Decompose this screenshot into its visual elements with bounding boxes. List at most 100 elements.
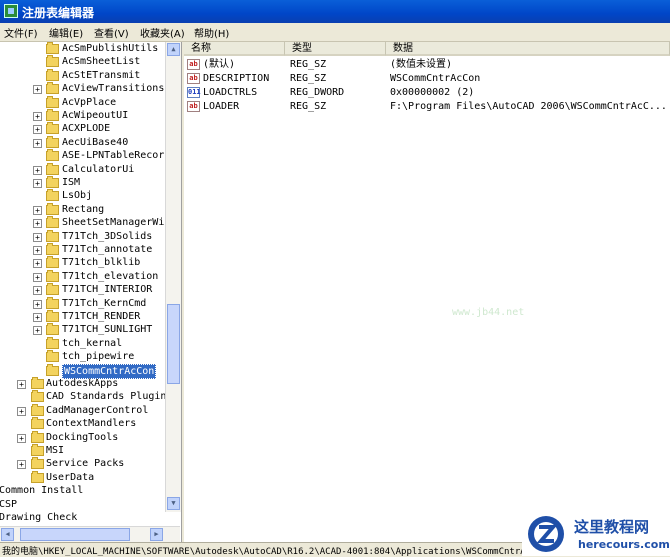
tree-item[interactable]: + T71TCH_INTERIOR: [0, 283, 165, 296]
tree-item[interactable]: + T71Tch_KernCmd: [0, 296, 165, 310]
expand-icon[interactable]: +: [17, 380, 26, 389]
tree-item[interactable]: LsObj: [0, 189, 165, 202]
tree-item-label: ISM: [62, 177, 81, 188]
tree-item[interactable]: MSI: [0, 444, 165, 457]
folder-icon: [46, 269, 59, 282]
scroll-right-icon[interactable]: ▶: [150, 528, 163, 541]
tree-item[interactable]: ASE-LPNTableRecord: [0, 149, 170, 162]
tree-item[interactable]: + DockingTools: [0, 430, 165, 444]
scroll-up-icon[interactable]: ▲: [167, 43, 180, 56]
value-data: 0x00000002 (2): [390, 87, 475, 98]
menu-edit[interactable]: 编辑(E): [49, 25, 83, 40]
tree-item[interactable]: + T71Tch_annotate: [0, 243, 165, 256]
folder-icon: [46, 55, 59, 68]
column-header-data[interactable]: 数据: [386, 42, 670, 56]
expand-icon[interactable]: +: [33, 219, 42, 229]
tree-item[interactable]: + T71tch_elevation: [0, 269, 165, 283]
value-name: LOADER: [203, 101, 240, 112]
tree-item[interactable]: + CalculatorUi: [0, 162, 165, 176]
tree-item-label: AcVpPlace: [62, 96, 117, 108]
folder-icon: [31, 390, 44, 403]
tree-item[interactable]: Drawing Check: [0, 511, 165, 524]
value-data: (数值未设置): [390, 59, 453, 70]
tree-item-label: T71Tch_KernCmd: [62, 297, 147, 309]
folder-icon: [46, 216, 59, 229]
expand-icon[interactable]: +: [17, 406, 26, 416]
expand-icon[interactable]: +: [33, 326, 42, 336]
tree-item[interactable]: tch_pipewire: [0, 350, 165, 363]
folder-icon: [31, 417, 44, 430]
scroll-left-icon[interactable]: ◀: [1, 528, 14, 541]
registry-editor-icon: [4, 4, 18, 18]
expand-icon[interactable]: +: [33, 286, 42, 296]
tree-item[interactable]: AcSmPublishUtils: [0, 42, 165, 55]
tree-item[interactable]: + AcViewTransitionsUi: [0, 82, 176, 95]
expand-icon[interactable]: +: [33, 232, 42, 242]
tree-item-label: T71Tch_annotate: [62, 244, 153, 255]
tree-item[interactable]: CSP: [0, 498, 165, 511]
tree-item-label: CSP: [0, 498, 18, 510]
tree-item[interactable]: + T71Tch_3DSolids: [0, 229, 165, 243]
folder-icon: [46, 323, 59, 336]
tree-item[interactable]: + ISM: [0, 176, 165, 189]
expand-icon[interactable]: +: [33, 259, 42, 269]
tree-item[interactable]: AcVpPlace: [0, 95, 165, 109]
tree-item[interactable]: ContextMandlers: [0, 417, 165, 430]
expand-icon[interactable]: +: [33, 205, 42, 215]
folder-icon: [46, 162, 59, 175]
menu-help[interactable]: 帮助(H): [194, 25, 229, 40]
tree-item[interactable]: + AcWipeoutUI: [0, 109, 165, 122]
expand-icon[interactable]: +: [33, 125, 42, 135]
tree-item[interactable]: + Rectang: [0, 202, 165, 216]
expand-icon[interactable]: +: [33, 272, 42, 282]
tree-item[interactable]: + Service Packs: [0, 457, 165, 470]
scroll-down-icon[interactable]: ▼: [167, 497, 180, 510]
tree-item[interactable]: + CadManagerControl: [0, 403, 165, 417]
tree-item[interactable]: + ACXPLODE: [0, 122, 165, 135]
expand-icon[interactable]: +: [17, 433, 26, 443]
expand-icon[interactable]: +: [33, 112, 42, 121]
value-row[interactable]: ab DESCRIPTION REG_SZ WSCommCntrAcCon: [184, 72, 670, 86]
value-name: DESCRIPTION: [203, 73, 270, 84]
expand-icon[interactable]: +: [33, 246, 42, 255]
tree-item[interactable]: Common Install: [0, 484, 165, 497]
column-header-name[interactable]: 名称: [184, 42, 285, 56]
tree-item-label: ACXPLODE: [62, 123, 111, 135]
folder-icon: [46, 350, 59, 363]
folder-icon: [46, 256, 59, 269]
expand-icon[interactable]: +: [33, 138, 42, 148]
value-row[interactable]: 011 LOADCTRLS REG_DWORD 0x00000002 (2): [184, 86, 670, 100]
tree-item[interactable]: tch_kernal: [0, 336, 165, 350]
tree-item[interactable]: AcSmSheetList: [0, 55, 165, 68]
tree-item[interactable]: + T71TCH_RENDER: [0, 310, 165, 323]
tree-horizontal-scrollbar[interactable]: ◀ ▶: [0, 526, 180, 542]
column-header-type[interactable]: 类型: [285, 42, 386, 56]
expand-icon[interactable]: +: [17, 460, 26, 470]
menu-favorites[interactable]: 收藏夹(A): [140, 25, 185, 40]
tree-item[interactable]: + T71TCH_SUNLIGHT: [0, 323, 165, 336]
tree-item[interactable]: UserData: [0, 470, 165, 484]
expand-icon[interactable]: +: [33, 165, 42, 175]
tree-item[interactable]: + AutodeskApps: [0, 377, 165, 390]
tree-item[interactable]: WSCommCntrAcCon: [0, 363, 165, 379]
value-row[interactable]: ab (默认) REG_SZ (数值未设置): [184, 58, 670, 72]
tree-item[interactable]: CAD Standards Plugins: [0, 390, 172, 403]
expand-icon[interactable]: +: [33, 299, 42, 309]
tree-item[interactable]: + SheetSetManagerWizar: [0, 216, 181, 229]
expand-icon[interactable]: +: [33, 313, 42, 322]
tree-item[interactable]: AcStETransmit: [0, 68, 165, 82]
tree-vertical-scrollbar[interactable]: ▲ ▼: [165, 42, 181, 512]
scroll-thumb[interactable]: [167, 304, 180, 384]
menu-file[interactable]: 文件(F): [4, 25, 38, 40]
expand-icon[interactable]: +: [33, 85, 42, 95]
tree-item[interactable]: + AecUiBase40: [0, 135, 165, 149]
menu-bar: 文件(F) 编辑(E) 查看(V) 收藏夹(A) 帮助(H): [0, 23, 670, 42]
expand-icon[interactable]: +: [33, 179, 42, 188]
menu-view[interactable]: 查看(V): [94, 25, 129, 40]
value-row[interactable]: ab LOADER REG_SZ F:\Program Files\AutoCAD 2…: [184, 100, 670, 114]
binary-value-icon: 011: [187, 87, 201, 98]
folder-icon: [46, 283, 59, 296]
scroll-thumb-horizontal[interactable]: [20, 528, 130, 541]
tree-item[interactable]: + T71tch_blklib: [0, 256, 165, 269]
logo-mark-icon: [528, 516, 564, 552]
